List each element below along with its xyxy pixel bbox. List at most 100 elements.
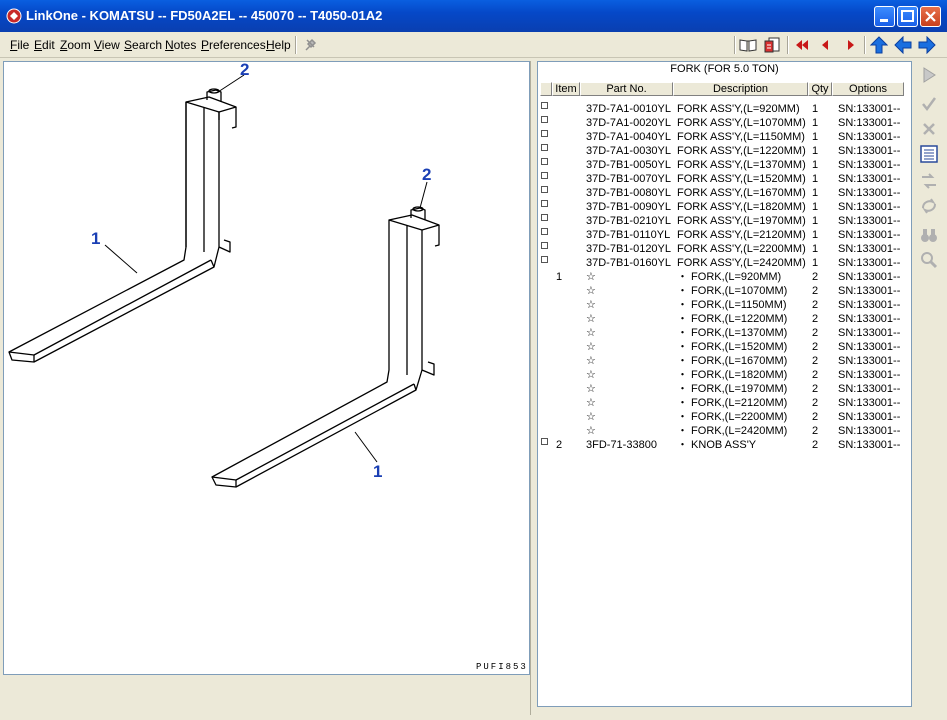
- forward-icon[interactable]: [918, 36, 936, 54]
- exchange2-icon[interactable]: [919, 196, 939, 216]
- back-icon[interactable]: [894, 36, 912, 54]
- table-row[interactable]: 37D-7B1-0120YL FORK ASS'Y,(L=2200MM) 1 SN:1…: [538, 242, 911, 256]
- table-row[interactable]: 1 ☆ ・ FORK,(L=920MM) 2 SN:133001--: [538, 270, 911, 284]
- up-level-icon[interactable]: [870, 36, 888, 54]
- table-row[interactable]: ☆ ・ FORK,(L=1970MM) 2 SN:133001--: [538, 382, 911, 396]
- cell-qty: 1: [812, 187, 819, 199]
- menu-preferences[interactable]: Preferences: [201, 38, 266, 52]
- maximize-button[interactable]: [897, 6, 918, 27]
- table-row[interactable]: ☆ ・ FORK,(L=2200MM) 2 SN:133001--: [538, 410, 911, 424]
- menu-search[interactable]: Search: [124, 38, 162, 52]
- table-row[interactable]: 37D-7A1-0010YL FORK ASS'Y,(L=920MM) 1 SN:13…: [538, 102, 911, 116]
- table-row[interactable]: ☆ ・ FORK,(L=1520MM) 2 SN:133001--: [538, 340, 911, 354]
- cell-description: FORK ASS'Y,(L=1220MM): [677, 145, 806, 157]
- table-row[interactable]: 37D-7B1-0080YL FORK ASS'Y,(L=1670MM) 1 SN:1…: [538, 186, 911, 200]
- table-row[interactable]: 2 3FD-71-33800 ・ KNOB ASS'Y 2 SN:133001--: [538, 438, 911, 452]
- table-row[interactable]: 37D-7A1-0030YL FORK ASS'Y,(L=1220MM) 1 SN:1…: [538, 144, 911, 158]
- menu-edit[interactable]: Edit: [34, 38, 55, 52]
- cell-options: SN:133001--: [838, 201, 901, 213]
- table-row[interactable]: ☆ ・ FORK,(L=2420MM) 2 SN:133001--: [538, 424, 911, 438]
- row-checkbox[interactable]: [541, 158, 548, 165]
- table-row[interactable]: ☆ ・ FORK,(L=1070MM) 2 SN:133001--: [538, 284, 911, 298]
- table-row[interactable]: 37D-7B1-0050YL FORK ASS'Y,(L=1370MM) 1 SN:1…: [538, 158, 911, 172]
- table-row[interactable]: 37D-7A1-0020YL FORK ASS'Y,(L=1070MM) 1 SN:1…: [538, 116, 911, 130]
- callout-1-left[interactable]: 1: [91, 229, 100, 249]
- pin-icon[interactable]: [302, 36, 320, 54]
- picklist-icon[interactable]: [763, 36, 781, 54]
- row-checkbox[interactable]: [541, 214, 548, 221]
- table-row[interactable]: ☆ ・ FORK,(L=2120MM) 2 SN:133001--: [538, 396, 911, 410]
- play-icon[interactable]: [919, 65, 939, 85]
- cell-part-no: 37D-7B1-0050YL: [586, 159, 672, 171]
- callout-2-right[interactable]: 2: [422, 165, 431, 185]
- table-row[interactable]: ☆ ・ FORK,(L=1670MM) 2 SN:133001--: [538, 354, 911, 368]
- cell-part-no: 37D-7B1-0070YL: [586, 173, 672, 185]
- cross-icon[interactable]: [919, 119, 939, 139]
- table-row[interactable]: ☆ ・ FORK,(L=1220MM) 2 SN:133001--: [538, 312, 911, 326]
- header-item[interactable]: Item: [552, 82, 580, 96]
- callout-1-right[interactable]: 1: [373, 462, 382, 482]
- row-checkbox[interactable]: [541, 144, 548, 151]
- row-checkbox[interactable]: [541, 172, 548, 179]
- close-button[interactable]: [920, 6, 941, 27]
- exchange-icon[interactable]: [919, 171, 939, 191]
- table-row[interactable]: 37D-7B1-0110YL FORK ASS'Y,(L=2120MM) 1 SN:1…: [538, 228, 911, 242]
- table-row[interactable]: 37D-7B1-0210YL FORK ASS'Y,(L=1970MM) 1 SN:1…: [538, 214, 911, 228]
- row-checkbox[interactable]: [541, 102, 548, 109]
- book-icon[interactable]: [739, 36, 757, 54]
- menu-file[interactable]: File: [10, 38, 29, 52]
- callout-2-left[interactable]: 2: [240, 60, 249, 80]
- row-checkbox[interactable]: [541, 256, 548, 263]
- magnifier-icon[interactable]: [919, 250, 939, 270]
- header-part-no[interactable]: Part No.: [580, 82, 673, 96]
- list-icon[interactable]: [919, 144, 939, 164]
- cell-part-no: 37D-7A1-0010YL: [586, 103, 672, 115]
- drawing-pane[interactable]: 2 2 1 1 PUFI853: [3, 60, 530, 675]
- table-row[interactable]: 37D-7B1-0070YL FORK ASS'Y,(L=1520MM) 1 SN:1…: [538, 172, 911, 186]
- cell-qty: 1: [812, 103, 819, 115]
- cell-options: SN:133001--: [838, 341, 901, 353]
- parts-list-pane[interactable]: FORK (FOR 5.0 TON) Item Part No. Descrip…: [537, 61, 912, 707]
- binoculars-icon[interactable]: [919, 225, 939, 245]
- drawing-code: PUFI853: [476, 662, 528, 672]
- cell-part-no: ☆: [586, 299, 596, 311]
- menu-notes[interactable]: Notes: [165, 38, 196, 52]
- check-icon[interactable]: [919, 94, 939, 114]
- row-checkbox[interactable]: [541, 438, 548, 445]
- row-checkbox[interactable]: [541, 200, 548, 207]
- header-description[interactable]: Description: [673, 82, 808, 96]
- table-row[interactable]: 37D-7A1-0040YL FORK ASS'Y,(L=1150MM) 1 SN:1…: [538, 130, 911, 144]
- row-checkbox[interactable]: [541, 130, 548, 137]
- table-row[interactable]: 37D-7B1-0160YL FORK ASS'Y,(L=2420MM) 1 SN:1…: [538, 256, 911, 270]
- cell-options: SN:133001--: [838, 173, 901, 185]
- toolbar-separator-2: [734, 36, 736, 54]
- table-row[interactable]: 37D-7B1-0090YL FORK ASS'Y,(L=1820MM) 1 SN:1…: [538, 200, 911, 214]
- row-checkbox[interactable]: [541, 242, 548, 249]
- cell-part-no: ☆: [586, 341, 596, 353]
- cell-options: SN:133001--: [838, 117, 901, 129]
- menu-view-key: V: [94, 38, 102, 52]
- row-checkbox[interactable]: [541, 228, 548, 235]
- parts-list-title: FORK (FOR 5.0 TON): [670, 63, 779, 75]
- table-row[interactable]: ☆ ・ FORK,(L=1150MM) 2 SN:133001--: [538, 298, 911, 312]
- header-options[interactable]: Options: [832, 82, 904, 96]
- cell-description: ・ FORK,(L=1150MM): [677, 299, 787, 311]
- header-checkbox-column[interactable]: [540, 82, 552, 96]
- table-row[interactable]: ☆ ・ FORK,(L=1370MM) 2 SN:133001--: [538, 326, 911, 340]
- first-page-icon[interactable]: [793, 36, 811, 54]
- table-row[interactable]: ☆ ・ FORK,(L=1820MM) 2 SN:133001--: [538, 368, 911, 382]
- pane-splitter[interactable]: [530, 61, 537, 715]
- row-checkbox[interactable]: [541, 186, 548, 193]
- header-qty[interactable]: Qty: [808, 82, 832, 96]
- next-page-icon[interactable]: [841, 36, 859, 54]
- cell-part-no: 37D-7A1-0020YL: [586, 117, 672, 129]
- row-checkbox[interactable]: [541, 116, 548, 123]
- cell-description: ・ FORK,(L=1070MM): [677, 285, 788, 297]
- previous-page-icon[interactable]: [817, 36, 835, 54]
- menu-zoom[interactable]: Zoom: [60, 38, 91, 52]
- minimize-button[interactable]: [874, 6, 895, 27]
- linkone-app-icon[interactable]: [6, 8, 22, 24]
- menu-view[interactable]: View: [94, 38, 120, 52]
- menu-help-key: H: [266, 38, 275, 52]
- menu-help[interactable]: Help: [266, 38, 291, 52]
